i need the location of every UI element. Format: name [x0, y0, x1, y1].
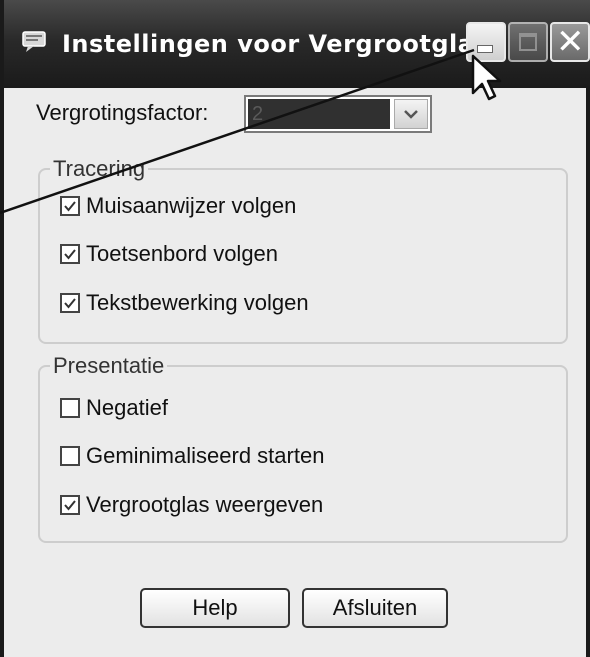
mouse-cursor-icon — [471, 54, 502, 101]
